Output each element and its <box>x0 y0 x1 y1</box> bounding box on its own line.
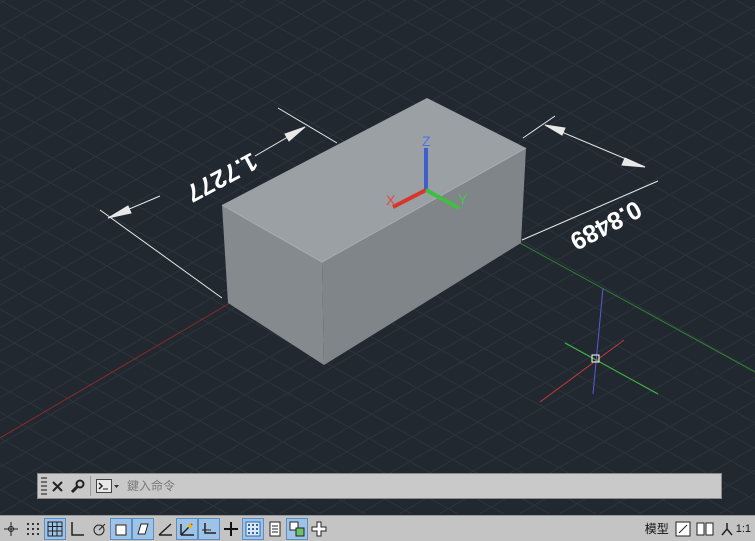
grid-snap-button[interactable] <box>0 518 22 540</box>
command-line-window[interactable] <box>37 473 722 499</box>
angle-snap-icon <box>158 522 172 536</box>
3d-osnap-icon <box>180 522 194 536</box>
dimension-depth[interactable]: 0.8489 <box>521 115 659 255</box>
cursor-x-line <box>539 339 625 403</box>
grid-icon <box>47 521 63 536</box>
cursor-z-line <box>592 287 604 395</box>
plus-outline-icon <box>311 521 327 536</box>
3d-box-solid[interactable] <box>221 98 527 365</box>
quick-view-layouts-button[interactable] <box>694 518 716 540</box>
close-icon[interactable] <box>47 476 67 496</box>
3d-object-snap-button[interactable] <box>176 517 198 540</box>
world-x-axis-line <box>0 302 231 439</box>
command-prompt-button[interactable] <box>96 479 121 493</box>
dim-arrow-left <box>107 205 132 219</box>
properties-icon <box>269 521 281 536</box>
object-snap-tracking-button[interactable] <box>132 517 154 540</box>
ucs-z-label: Z <box>422 133 431 149</box>
object-snap-button[interactable] <box>154 518 176 540</box>
lineweight-button[interactable] <box>242 517 264 540</box>
crosshair-snap-icon <box>4 521 18 536</box>
layout-viewport-button[interactable] <box>672 518 694 540</box>
toolbar-separator <box>90 476 91 496</box>
plus-cursor-icon <box>224 521 238 536</box>
grid-display-button[interactable] <box>44 517 66 540</box>
ucs-x-label: X <box>386 192 396 208</box>
snap-mode-button[interactable] <box>22 518 44 540</box>
isometric-icon <box>115 524 127 535</box>
command-input[interactable] <box>121 475 721 497</box>
status-bar: 模型 1:1 <box>0 515 755 541</box>
dim-extension-line-left <box>99 209 223 299</box>
ortho-button[interactable] <box>66 518 88 540</box>
annotation-scale-value: 1:1 <box>735 522 751 535</box>
model-viewport[interactable]: 1.7277 0.8489 Z X Y <box>0 0 755 514</box>
command-prompt-icon <box>96 479 112 493</box>
annotation-scale-icon <box>721 522 733 535</box>
viewport-canvas[interactable]: 1.7277 0.8489 Z X Y <box>0 0 755 514</box>
quick-view-icon <box>696 522 714 535</box>
isometric-drafting-button[interactable] <box>110 517 132 540</box>
lineweight-icon <box>245 521 261 536</box>
snap-grid-icon <box>27 522 39 535</box>
quick-properties-button[interactable] <box>264 518 286 540</box>
dim-arrow-bottom <box>621 157 646 168</box>
annotation-monitor-button[interactable] <box>308 518 330 540</box>
model-tab[interactable]: 模型 <box>642 520 672 537</box>
polar-tracking-button[interactable] <box>88 518 110 540</box>
layout-icon <box>675 521 691 536</box>
object-snap-tracking-icon <box>137 523 149 534</box>
ucs-y-label: Y <box>458 191 468 207</box>
polar-icon <box>93 523 106 535</box>
annotation-scale[interactable]: 1:1 <box>720 522 751 536</box>
selection-cycling-icon <box>289 521 305 536</box>
selection-cycling-button[interactable] <box>286 517 308 540</box>
wrench-icon[interactable] <box>67 476 87 496</box>
ortho-icon <box>71 521 84 536</box>
dynamic-ucs-icon <box>202 522 216 534</box>
dim-arrow-top <box>544 124 566 136</box>
dynamic-ucs-button[interactable] <box>198 517 220 540</box>
dynamic-input-button[interactable] <box>220 518 242 540</box>
chevron-down-icon <box>114 484 119 488</box>
